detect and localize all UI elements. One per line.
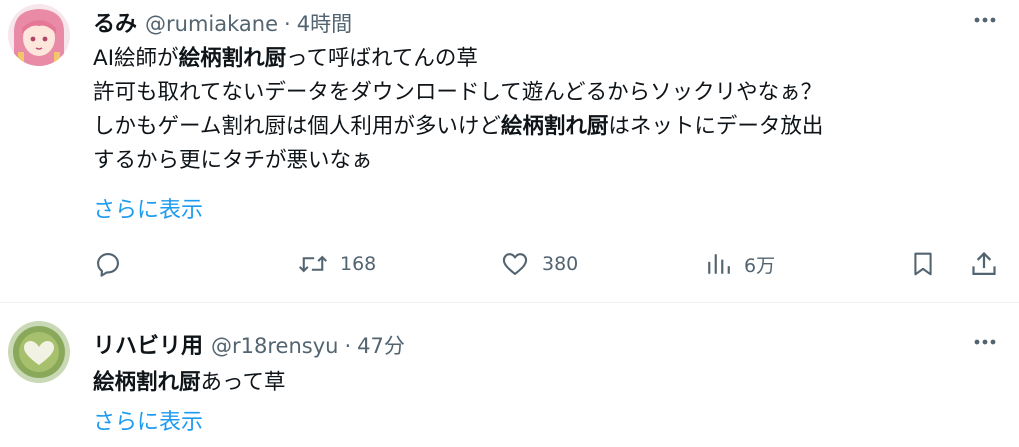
bold-keyword: 絵柄割れ厨 [93,370,201,395]
tweet-1[interactable]: るみ @rumiakane · 4時間 AI絵師が絵柄割れ厨って呼ばれてんの草 … [0,0,1019,303]
share-upload-icon [972,251,996,276]
tweet-actions: 168 380 6万 [0,246,1019,282]
timestamp[interactable]: 4時間 [297,8,352,38]
more-options-button[interactable] [971,328,999,356]
avatar[interactable] [8,4,70,66]
tweet-header: るみ @rumiakane · 4時間 [93,6,352,37]
bold-keyword: 絵柄割れ厨 [500,114,609,139]
retweet-count: 168 [340,253,377,275]
bold-keyword: 絵柄割れ厨 [178,46,287,71]
like-count: 380 [542,253,579,275]
tweet-line: 絵柄割れ厨あって草 [93,370,286,395]
share-button[interactable] [970,246,998,282]
retweet-icon [298,255,328,273]
show-more-link[interactable]: さらに表示 [93,404,203,436]
separator-dot: · [344,334,352,358]
analytics-bars-icon [708,254,730,274]
tweet-2[interactable]: リハビリ用 @r18rensyu · 47分 絵柄割れ厨あって草 さらに表示 [0,303,1019,447]
views-count: 6万 [744,254,776,277]
separator-dot: · [284,12,291,36]
reply-bubble-icon [97,253,119,277]
display-name[interactable]: るみ [93,6,137,38]
tweet-line: するから更にタチが悪いなぁ [93,148,373,173]
bookmark-button[interactable] [910,246,936,282]
tweet-line: 許可も取れてないデータをダウンロードして遊んどるからソックリやなぁ？ [93,80,823,105]
timestamp[interactable]: 47分 [357,330,405,360]
bookmark-icon [914,252,932,276]
user-handle[interactable]: @r18rensyu [211,334,338,358]
tweet-line: AI絵師が絵柄割れ厨って呼ばれてんの草 [93,46,478,71]
more-options-button[interactable] [971,6,999,34]
tweet-header: リハビリ用 @r18rensyu · 47分 [93,328,405,359]
avatar[interactable] [8,321,70,383]
heart-icon [502,253,528,275]
tweet-text: 絵柄割れ厨あって草 [93,366,285,400]
display-name[interactable]: リハビリ用 [93,328,203,360]
retweet-button[interactable]: 168 [298,246,376,282]
tweet-text: AI絵師が絵柄割れ厨って呼ばれてんの草 許可も取れてないデータをダウンロードして… [93,42,823,178]
user-handle[interactable]: @rumiakane [145,12,278,36]
show-more-link[interactable]: さらに表示 [93,192,203,224]
views-button[interactable]: 6万 [706,246,775,282]
tweet-line: しかもゲーム割れ厨は個人利用が多いけど絵柄割れ厨はネットにデータ放出 [93,114,824,139]
reply-button[interactable] [94,246,122,282]
like-button[interactable]: 380 [500,246,578,282]
more-dots-icon [974,339,996,345]
more-dots-icon [974,17,996,23]
